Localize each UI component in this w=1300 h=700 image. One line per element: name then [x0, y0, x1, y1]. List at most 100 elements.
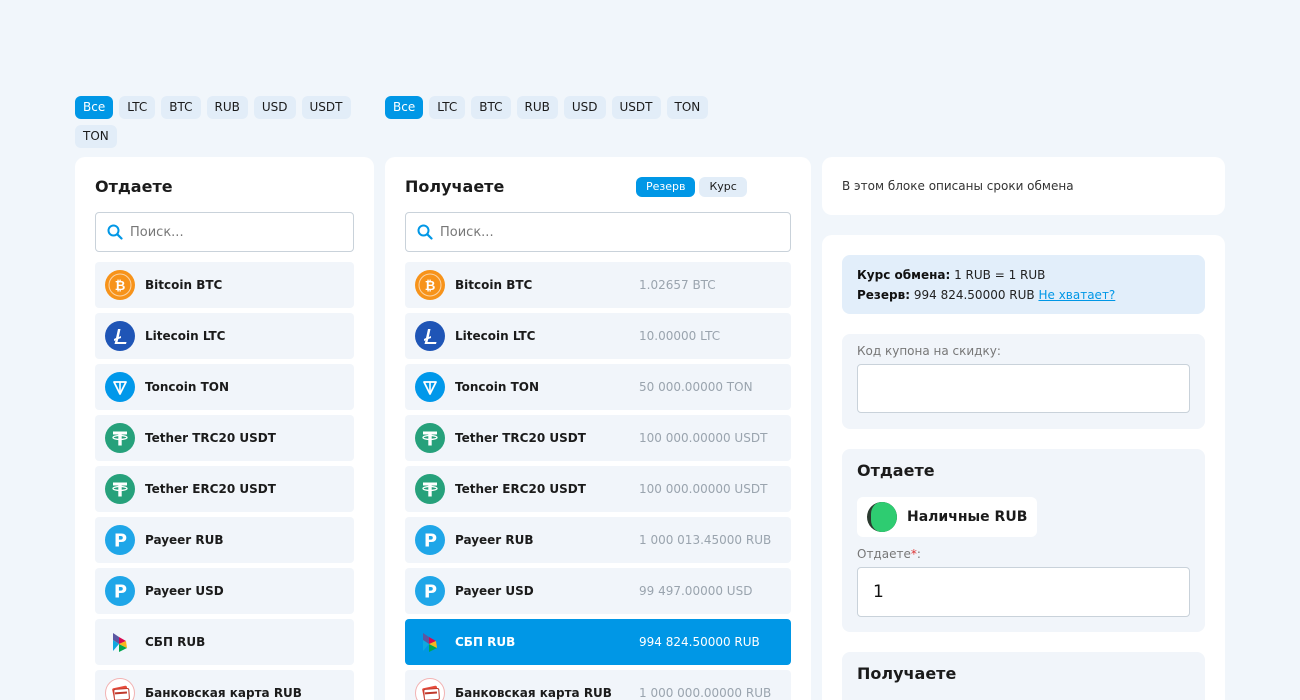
coupon-label: Код купона на скидку: — [857, 344, 1001, 358]
currency-name: Tether TRC20 USDT — [145, 431, 276, 445]
currency-list-item[interactable]: Litecoin LTC — [95, 313, 354, 359]
currency-list-item[interactable]: Toncoin TON 50 000.00000 TON — [405, 364, 791, 410]
litecoin-icon — [105, 321, 135, 351]
coupon-field[interactable] — [857, 364, 1190, 413]
currency-name: СБП RUB — [455, 635, 516, 649]
tether-icon — [415, 474, 445, 504]
give-amount-label-suffix: : — [916, 547, 921, 561]
svg-text:₿: ₿ — [115, 279, 126, 294]
give-amount-label: Отдаете*: — [857, 547, 921, 561]
rate-box: Курс обмена: 1 RUB = 1 RUB Резерв: 994 8… — [842, 255, 1205, 314]
get-filter-все[interactable]: Все — [385, 96, 424, 119]
cash-icon — [867, 502, 897, 532]
toggle-reserve[interactable]: Резерв — [636, 177, 696, 197]
reserve-label: Резерв: — [857, 288, 911, 302]
give-section-title: Отдаете — [857, 461, 935, 480]
currency-reserve: 1.02657 BTC — [639, 278, 716, 292]
give-amount-input[interactable] — [858, 568, 1189, 616]
currency-name: Toncoin TON — [145, 380, 229, 394]
sbp-icon — [105, 627, 135, 657]
currency-list-item[interactable]: Tether ERC20 USDT 100 000.00000 USDT — [405, 466, 791, 512]
reserve-value: 994 824.50000 RUB — [913, 288, 1035, 302]
not-enough-link[interactable]: Не хватает? — [1038, 288, 1115, 302]
currency-name: Bitcoin BTC — [455, 278, 533, 292]
svg-text:P: P — [114, 531, 127, 552]
get-filter-usd[interactable]: USD — [563, 96, 606, 119]
currency-list-item[interactable]: P Payeer RUB — [95, 517, 354, 563]
get-filter-btc[interactable]: BTC — [471, 96, 511, 119]
give-filter-btc[interactable]: BTC — [161, 96, 201, 119]
get-filter-ton[interactable]: TON — [666, 96, 709, 119]
reserve-line: Резерв: 994 824.50000 RUB Не хватает? — [857, 285, 1190, 305]
give-filter-ton[interactable]: TON — [75, 125, 117, 148]
coupon-input[interactable] — [858, 365, 1189, 412]
currency-reserve: 10.00000 LTC — [639, 329, 721, 343]
tether-icon — [415, 423, 445, 453]
get-panel-title: Получаете — [405, 177, 505, 196]
sbp-icon — [415, 627, 445, 657]
currency-list-item[interactable]: Tether ERC20 USDT — [95, 466, 354, 512]
give-filter-все[interactable]: Все — [75, 96, 114, 119]
give-currency-name: Наличные RUB — [907, 509, 1028, 525]
currency-list-item[interactable]: Tether TRC20 USDT 100 000.00000 USDT — [405, 415, 791, 461]
currency-list-item[interactable]: Банковская карта RUB — [95, 670, 354, 700]
give-search-field[interactable] — [95, 212, 354, 252]
get-section: Получаете — [842, 652, 1205, 700]
currency-list-item[interactable]: ₿ Bitcoin BTC 1.02657 BTC — [405, 262, 791, 308]
exchange-form: Курс обмена: 1 RUB = 1 RUB Резерв: 994 8… — [822, 235, 1225, 700]
currency-name: Payeer RUB — [455, 533, 534, 547]
give-currency-list: ₿ Bitcoin BTC Litecoin LTC Toncoin TON Tethe… — [95, 262, 354, 700]
currency-reserve: 994 824.50000 RUB — [639, 635, 760, 649]
give-panel: Отдаете ₿ Bitcoin BTC Litecoin LTC Toncoin … — [75, 157, 374, 700]
get-search-input[interactable] — [440, 224, 790, 240]
currency-list-item[interactable]: P Payeer USD 99 497.00000 USD — [405, 568, 791, 614]
exchange-terms-text: В этом блоке описаны сроки обмена — [842, 179, 1074, 193]
bank-card-icon — [415, 678, 445, 700]
give-filter-usdt[interactable]: USDT — [301, 96, 351, 119]
currency-list-item[interactable]: Tether TRC20 USDT — [95, 415, 354, 461]
get-filter-ltc[interactable]: LTC — [429, 96, 466, 119]
bank-card-icon — [105, 678, 135, 700]
currency-list-item[interactable]: P Payeer USD — [95, 568, 354, 614]
get-panel: Получаете Резерв Курс ₿ Bitcoin BTC 1.0265… — [385, 157, 811, 700]
get-search-field[interactable] — [405, 212, 791, 252]
give-amount-label-text: Отдаете — [857, 547, 911, 561]
svg-text:P: P — [424, 531, 437, 552]
give-filter-usd[interactable]: USD — [253, 96, 296, 119]
currency-list-item[interactable]: СБП RUB — [95, 619, 354, 665]
currency-list-item[interactable]: Банковская карта RUB 1 000 000.00000 RUB — [405, 670, 791, 700]
currency-list-item[interactable]: P Payeer RUB 1 000 013.45000 RUB — [405, 517, 791, 563]
rate-line: Курс обмена: 1 RUB = 1 RUB — [857, 265, 1190, 285]
give-amount-field[interactable] — [857, 567, 1190, 617]
currency-list-item[interactable]: СБП RUB 994 824.50000 RUB — [405, 619, 791, 665]
get-filter-rub[interactable]: RUB — [516, 96, 558, 119]
toncoin-icon — [415, 372, 445, 402]
get-filters: Все LTC BTC RUB USD USDT TON — [385, 96, 805, 119]
search-icon — [107, 224, 123, 240]
give-search-input[interactable] — [130, 224, 353, 240]
get-filter-usdt[interactable]: USDT — [611, 96, 661, 119]
currency-name: Банковская карта RUB — [455, 686, 612, 700]
svg-text:₿: ₿ — [425, 279, 436, 294]
give-currency-badge[interactable]: Наличные RUB — [857, 497, 1038, 537]
currency-reserve: 99 497.00000 USD — [639, 584, 753, 598]
give-filter-ltc[interactable]: LTC — [119, 96, 156, 119]
currency-name: Litecoin LTC — [455, 329, 536, 343]
currency-name: Банковская карта RUB — [145, 686, 302, 700]
payeer-icon: P — [415, 576, 445, 606]
currency-reserve: 1 000 013.45000 RUB — [639, 533, 772, 547]
currency-name: Payeer RUB — [145, 533, 224, 547]
currency-list-item[interactable]: Litecoin LTC 10.00000 LTC — [405, 313, 791, 359]
payeer-icon: P — [105, 576, 135, 606]
tether-icon — [105, 423, 135, 453]
toggle-rate[interactable]: Курс — [699, 177, 747, 197]
currency-reserve: 100 000.00000 USDT — [639, 431, 768, 445]
currency-name: Litecoin LTC — [145, 329, 226, 343]
currency-name: Tether TRC20 USDT — [455, 431, 586, 445]
currency-reserve: 50 000.00000 TON — [639, 380, 753, 394]
currency-list-item[interactable]: ₿ Bitcoin BTC — [95, 262, 354, 308]
currency-list-item[interactable]: Toncoin TON — [95, 364, 354, 410]
svg-text:P: P — [114, 582, 127, 603]
get-view-toggle: Резерв Курс — [636, 177, 747, 197]
give-filter-rub[interactable]: RUB — [206, 96, 248, 119]
